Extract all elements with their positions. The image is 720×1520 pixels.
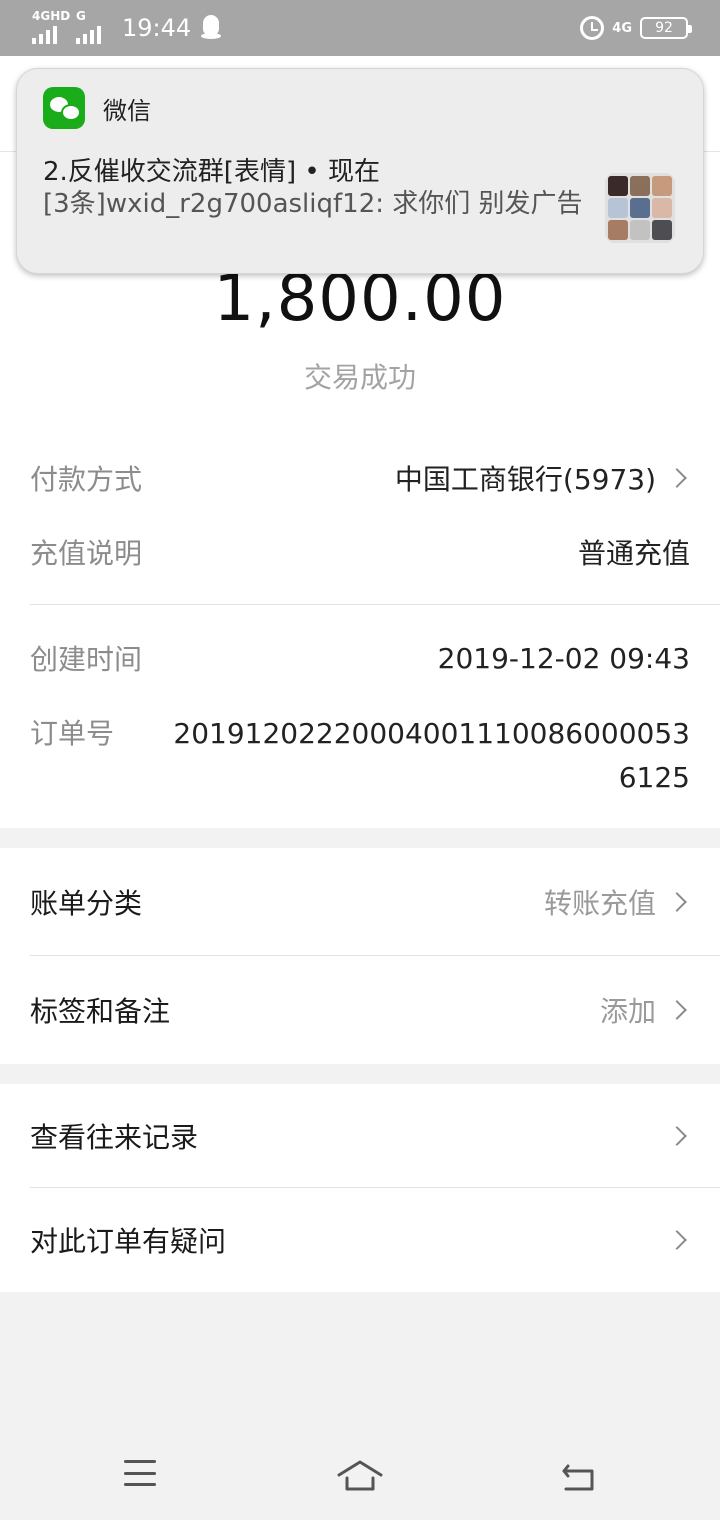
battery-icon: 92 <box>640 17 692 39</box>
tags-notes-label: 标签和备注 <box>30 995 171 1028</box>
bill-category-row[interactable]: 账单分类 转账充值 <box>30 882 690 922</box>
status-bar: 4GHD G 19:44 4G 92 <box>0 0 720 56</box>
qq-icon <box>201 15 222 41</box>
payment-method-value: 中国工商银行(5973) <box>394 463 656 496</box>
divider <box>30 1187 720 1188</box>
created-time-value: 2019-12-02 09:43 <box>437 641 690 675</box>
order-number-label: 订单号 <box>30 717 115 750</box>
chevron-right-icon <box>667 892 687 912</box>
divider <box>30 955 720 956</box>
chevron-right-icon <box>667 1126 687 1146</box>
recharge-note-value: 普通充值 <box>577 537 690 570</box>
battery-level: 92 <box>655 20 673 36</box>
menu-icon[interactable] <box>124 1460 156 1486</box>
back-icon[interactable] <box>560 1460 596 1494</box>
transaction-status: 交易成功 <box>303 361 416 394</box>
tags-notes-row[interactable]: 标签和备注 添加 <box>30 990 690 1030</box>
notification-body: [3条]wxid_r2g700asliqf12: 求你们 别发广告 <box>43 189 583 219</box>
clock: 19:44 <box>122 14 192 42</box>
notification-app-name: 微信 <box>103 97 151 125</box>
view-history-label: 查看往来记录 <box>30 1121 199 1154</box>
wechat-notification[interactable]: 微信 2.反催收交流群[表情] • 现在 [3条]wxid_r2g700asli… <box>16 68 704 274</box>
created-time-row: 创建时间 2019-12-02 09:43 <box>30 638 690 678</box>
sim2-network-label: G <box>76 9 86 23</box>
recharge-note-label: 充值说明 <box>30 537 143 570</box>
sim1-network-label: 4GHD <box>32 9 71 23</box>
recharge-note-row: 充值说明 普通充值 <box>30 532 690 572</box>
system-nav-bar <box>0 1432 720 1520</box>
tags-notes-value: 添加 <box>599 995 656 1028</box>
home-icon[interactable] <box>336 1458 384 1494</box>
signal-icon: 4GHD <box>32 10 70 46</box>
category-card <box>0 848 720 1064</box>
payment-method-label: 付款方式 <box>30 463 143 496</box>
order-number-value[interactable]: 2019120222000400111008600005361​25 <box>170 712 690 800</box>
divider <box>30 604 720 605</box>
chevron-right-icon <box>667 1230 687 1250</box>
order-question-row[interactable]: 对此订单有疑问 <box>30 1220 690 1260</box>
chevron-right-icon <box>667 468 687 488</box>
bill-category-value: 转账充值 <box>543 887 656 920</box>
signal-icon: G <box>76 10 110 46</box>
alarm-icon <box>580 16 605 40</box>
view-history-row[interactable]: 查看往来记录 <box>30 1116 690 1156</box>
notification-title: 2.反催收交流群[表情] • 现在 <box>43 157 380 187</box>
payment-method-row[interactable]: 付款方式 中国工商银行(5973) <box>30 458 690 498</box>
created-time-label: 创建时间 <box>30 643 143 676</box>
network-type: 4G <box>612 20 632 36</box>
chevron-right-icon <box>667 1000 687 1020</box>
order-question-label: 对此订单有疑问 <box>30 1225 227 1258</box>
group-avatar <box>605 173 675 243</box>
bill-category-label: 账单分类 <box>30 887 143 920</box>
wechat-icon <box>43 87 85 129</box>
